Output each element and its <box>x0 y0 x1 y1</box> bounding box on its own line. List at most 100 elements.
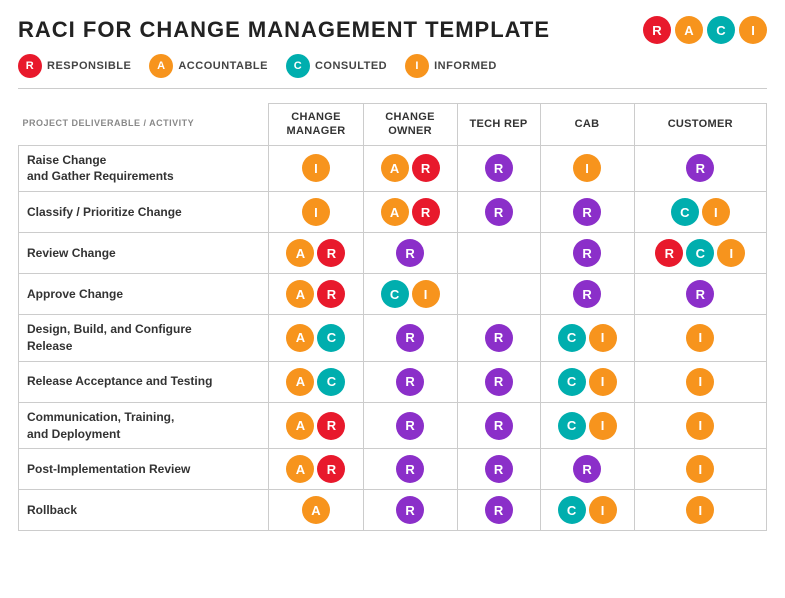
legend-circle-i: I <box>405 54 429 78</box>
cell-6-0: AR <box>269 402 363 449</box>
cell-6-1: R <box>363 402 457 449</box>
cell-1-0: I <box>269 192 363 233</box>
badge-i: I <box>589 324 617 352</box>
table-row: Approve ChangeARCIRR <box>19 274 767 315</box>
col-header-activity: PROJECT DELIVERABLE / ACTIVITY <box>19 104 269 146</box>
badge-c: C <box>381 280 409 308</box>
cell-0-0: I <box>269 145 363 192</box>
col-header-4: CUSTOMER <box>634 104 766 146</box>
badge-i: I <box>573 154 601 182</box>
cell-2-2 <box>457 233 540 274</box>
badge-r: R <box>317 412 345 440</box>
badge-c: C <box>317 324 345 352</box>
badge-r: R <box>485 154 513 182</box>
badge-r: R <box>485 198 513 226</box>
raci-header-badges: RACI <box>643 16 767 44</box>
cell-4-3: CI <box>540 315 634 362</box>
badge-i: I <box>686 368 714 396</box>
badge-i: I <box>589 412 617 440</box>
badge-r: R <box>485 496 513 524</box>
cell-7-2: R <box>457 449 540 490</box>
badge-r: R <box>396 324 424 352</box>
cell-8-2: R <box>457 490 540 531</box>
badge-a: A <box>302 496 330 524</box>
badge-r: R <box>655 239 683 267</box>
cell-7-0: AR <box>269 449 363 490</box>
cell-8-0: A <box>269 490 363 531</box>
cell-3-3: R <box>540 274 634 315</box>
legend-row: RRESPONSIBLE A ACCOUNTABLE C CONSULTED I INFOR… <box>18 54 767 89</box>
legend-r: RRESPONSIBLE <box>18 54 131 78</box>
badge-a: A <box>381 198 409 226</box>
legend-label-i: INFORMED <box>434 60 497 72</box>
badge-a: A <box>286 239 314 267</box>
legend-circle-a: A <box>149 54 173 78</box>
activity-8: Rollback <box>19 490 269 531</box>
badge-i: I <box>302 154 330 182</box>
activity-7: Post-Implementation Review <box>19 449 269 490</box>
badge-r: R <box>396 368 424 396</box>
activity-6: Communication, Training,and Deployment <box>19 402 269 449</box>
badge-i: I <box>686 412 714 440</box>
legend-label-r: RESPONSIBLE <box>47 60 131 72</box>
raci-badge-c: C <box>707 16 735 44</box>
cell-3-1: CI <box>363 274 457 315</box>
cell-7-1: R <box>363 449 457 490</box>
activity-5: Release Acceptance and Testing <box>19 361 269 402</box>
page-title: RACI FOR CHANGE MANAGEMENT TEMPLATE <box>18 17 550 43</box>
badge-i: I <box>686 324 714 352</box>
activity-1: Classify / Prioritize Change <box>19 192 269 233</box>
badge-c: C <box>558 324 586 352</box>
badge-i: I <box>717 239 745 267</box>
activity-3: Approve Change <box>19 274 269 315</box>
table-row: Review ChangeARRRRCI <box>19 233 767 274</box>
badge-a: A <box>286 455 314 483</box>
table-row: Release Acceptance and Testing A C R R CI I <box>19 361 767 402</box>
legend-label-a: ACCOUNTABLE <box>178 60 268 72</box>
badge-a: A <box>286 280 314 308</box>
raci-badge-i: I <box>739 16 767 44</box>
cell-4-2: R <box>457 315 540 362</box>
cell-6-3: CI <box>540 402 634 449</box>
badge-i: I <box>702 198 730 226</box>
badge-i: I <box>686 455 714 483</box>
badge-r: R <box>686 280 714 308</box>
badge-r: R <box>485 368 513 396</box>
badge-r: R <box>396 412 424 440</box>
activity-0: Raise Changeand Gather Requirements <box>19 145 269 192</box>
badge-i: I <box>302 198 330 226</box>
badge-r: R <box>317 280 345 308</box>
badge-r: R <box>485 455 513 483</box>
badge-c: C <box>671 198 699 226</box>
badge-r: R <box>573 198 601 226</box>
badge-r: R <box>686 154 714 182</box>
badge-a: A <box>286 368 314 396</box>
cell-2-3: R <box>540 233 634 274</box>
badge-c: C <box>558 368 586 396</box>
cell-2-4: RCI <box>634 233 766 274</box>
badge-i: I <box>686 496 714 524</box>
cell-1-3: R <box>540 192 634 233</box>
cell-4-1: R <box>363 315 457 362</box>
col-header-3: CAB <box>540 104 634 146</box>
badge-i: I <box>589 496 617 524</box>
cell-3-0: AR <box>269 274 363 315</box>
cell-8-3: CI <box>540 490 634 531</box>
badge-a: A <box>286 412 314 440</box>
badge-c: C <box>686 239 714 267</box>
badge-r: R <box>317 455 345 483</box>
cell-0-2: R <box>457 145 540 192</box>
raci-badge-r: R <box>643 16 671 44</box>
badge-r: R <box>412 154 440 182</box>
legend-c: C CONSULTED <box>286 54 387 78</box>
legend-label-c: CONSULTED <box>315 60 387 72</box>
legend-circle-c: C <box>286 54 310 78</box>
table-row: Communication, Training,and DeploymentAR… <box>19 402 767 449</box>
cell-1-2: R <box>457 192 540 233</box>
cell-4-4: I <box>634 315 766 362</box>
badge-c: C <box>558 496 586 524</box>
title-row: RACI FOR CHANGE MANAGEMENT TEMPLATE RACI <box>18 16 767 44</box>
raci-table: PROJECT DELIVERABLE / ACTIVITYCHANGEMANA… <box>18 103 767 531</box>
badge-r: R <box>396 239 424 267</box>
cell-5-3: CI <box>540 361 634 402</box>
